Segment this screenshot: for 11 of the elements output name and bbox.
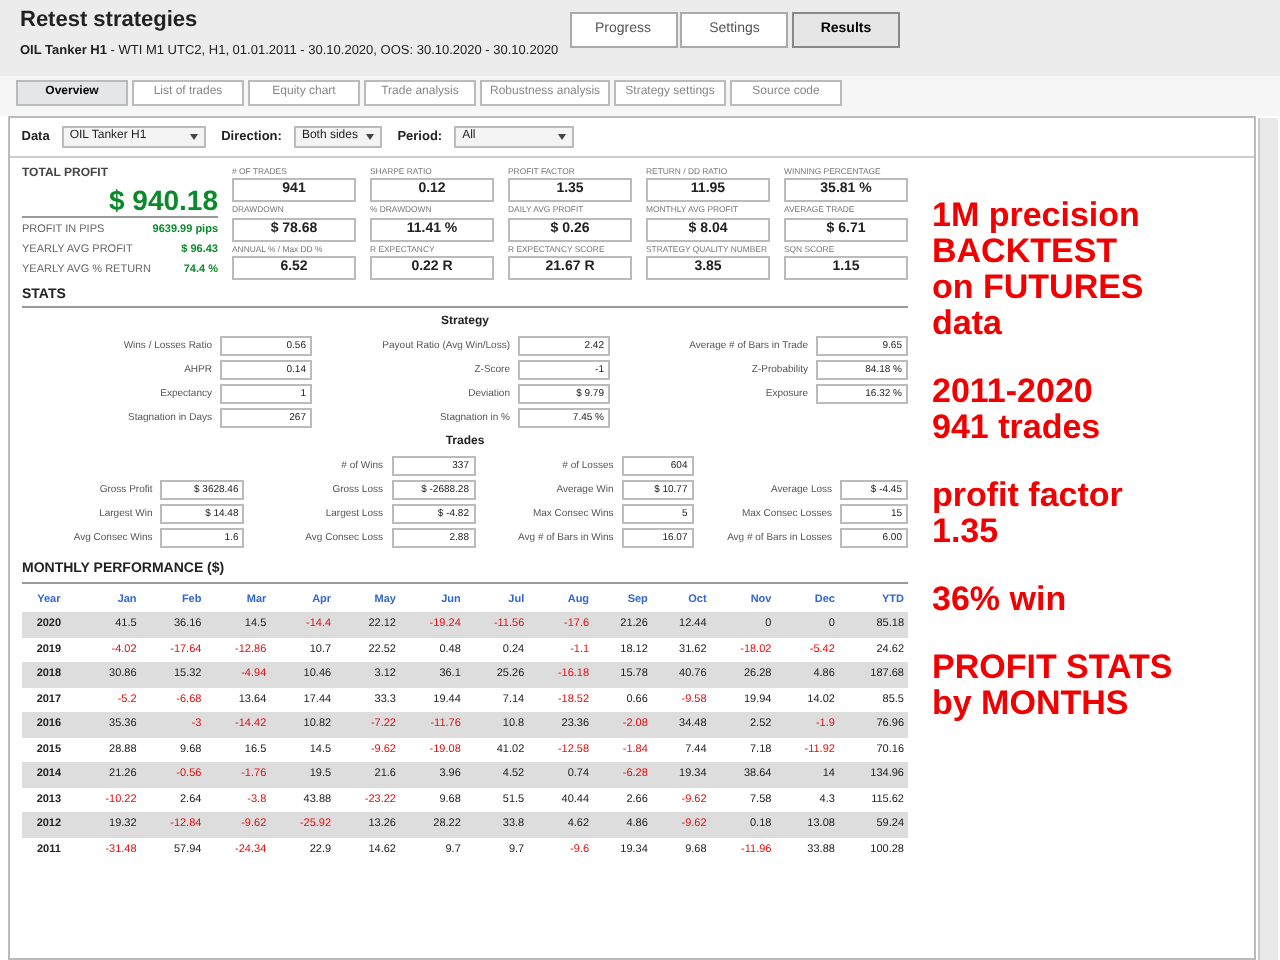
- promo-text: 1M precision BACKTEST on FUTURES data: [932, 198, 1146, 342]
- caret-icon: [365, 134, 374, 140]
- promo-text: PROFIT STATS by MONTHS: [932, 650, 1175, 722]
- promo-text: profit factor 1.35: [932, 478, 1125, 550]
- total-profit-value: $ 940.18: [22, 184, 218, 218]
- window-title: Retest strategies: [20, 8, 200, 34]
- caret-icon: [558, 134, 567, 140]
- caret-icon: [189, 134, 198, 140]
- promo-text: 36% win: [932, 582, 1069, 618]
- promo-text: 2011-2020 941 trades: [932, 374, 1103, 446]
- scrollbar[interactable]: [1258, 118, 1278, 960]
